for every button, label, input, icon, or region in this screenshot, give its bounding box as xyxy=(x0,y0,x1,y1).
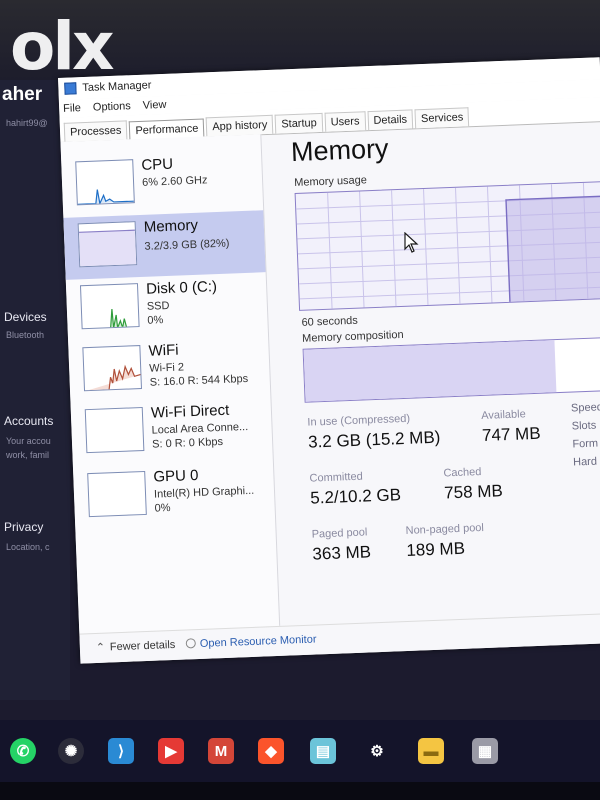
notes-icon[interactable]: ▤ xyxy=(310,738,336,764)
resource-name: Disk 0 (C:) xyxy=(145,278,218,298)
tab-users[interactable]: Users xyxy=(324,111,366,132)
paged-pool-label: Paged pool xyxy=(311,526,368,541)
tab-startup[interactable]: Startup xyxy=(274,112,324,134)
memory-usage-label: Memory usage xyxy=(293,174,368,190)
disk-thumbnail-graph xyxy=(79,283,140,330)
tab-app-history[interactable]: App history xyxy=(205,114,274,137)
resource-detail: Wi-Fi 2 xyxy=(148,361,185,375)
chevron-up-icon[interactable]: ⌃ xyxy=(96,641,106,654)
resource-detail-2: S: 0 R: 0 Kbps xyxy=(151,435,224,451)
settings-accounts-sub1: Your accou xyxy=(6,436,51,446)
resource-name: Wi-Fi Direct xyxy=(150,401,230,422)
slots-label-partial: Slots xyxy=(571,419,597,433)
menu-options[interactable]: Options xyxy=(93,100,131,113)
memory-usage-graph xyxy=(294,181,600,311)
whatsapp-icon[interactable]: ✆ xyxy=(10,738,36,764)
tab-processes[interactable]: Processes xyxy=(63,120,128,142)
background-settings-window: aher hahirt99@ Devices Bluetooth Account… xyxy=(0,80,70,700)
tab-services[interactable]: Services xyxy=(414,107,470,129)
available-value: 747 MB xyxy=(481,423,541,445)
memory-in-use-fill xyxy=(303,340,557,402)
settings-accounts-sub2: work, famil xyxy=(6,450,50,460)
memory-detail-pane: Memory Memory usage 60 seconds Memory co… xyxy=(270,121,600,625)
youtube-icon[interactable]: ▶ xyxy=(158,738,184,764)
committed-label: Committed xyxy=(309,470,363,485)
window-title: Task Manager xyxy=(82,79,152,95)
brave-icon[interactable]: ◆ xyxy=(258,738,284,764)
settings-partial-title: aher xyxy=(2,84,43,105)
memory-thumbnail-graph xyxy=(77,221,138,268)
resource-item-cpu[interactable]: CPU 6% 2.60 GHz xyxy=(61,148,263,218)
resource-name: GPU 0 xyxy=(153,466,199,486)
resource-item-gpu[interactable]: GPU 0 Intel(R) HD Graphi... 0% xyxy=(73,460,275,530)
resource-list: CPU 6% 2.60 GHz Memory 3.2/3.9 GB (82%) … xyxy=(60,134,281,634)
settings-devices[interactable]: Devices xyxy=(4,310,47,324)
file-explorer-icon[interactable]: ▬ xyxy=(418,738,444,764)
committed-value: 5.2/10.2 GB xyxy=(309,485,402,508)
taskbar: ✆ ✺ ⟩ ▶ M ◆ ▤ ⚙ ▬ ▦ xyxy=(0,720,600,782)
wifi-thumbnail-graph xyxy=(82,345,143,392)
resource-name: WiFi xyxy=(148,341,179,360)
resource-detail: 3.2/3.9 GB (82%) xyxy=(144,237,230,253)
settings-icon[interactable]: ⚙ xyxy=(364,738,390,764)
resource-item-disk[interactable]: Disk 0 (C:) SSD 0% xyxy=(66,272,268,342)
resource-detail: Intel(R) HD Graphi... xyxy=(153,484,255,501)
photo-bottom-edge xyxy=(0,782,600,800)
in-use-value: 3.2 GB (15.2 MB) xyxy=(307,427,441,452)
gpu-thumbnail-graph xyxy=(87,470,147,518)
resource-item-memory[interactable]: Memory 3.2/3.9 GB (82%) xyxy=(63,210,266,280)
cpu-thumbnail-graph xyxy=(75,159,135,206)
hardware-reserved-label-partial: Hard xyxy=(572,455,598,469)
resource-detail: 6% 2.60 GHz xyxy=(141,174,208,189)
available-label: Available xyxy=(481,408,526,422)
tab-details[interactable]: Details xyxy=(367,109,414,131)
task-manager-icon xyxy=(64,82,77,95)
graph-duration-label: 60 seconds xyxy=(301,314,359,329)
settings-partial-sub: hahirt99@ xyxy=(6,118,48,128)
gmail-icon[interactable]: M xyxy=(208,738,234,764)
resource-name: CPU xyxy=(141,155,174,174)
resource-detail-2: 0% xyxy=(147,314,164,327)
paged-pool-value: 363 MB xyxy=(312,542,372,564)
form-factor-label-partial: Form xyxy=(572,437,599,451)
settings-devices-sub: Bluetooth xyxy=(6,330,45,340)
settings-privacy-sub: Location, c xyxy=(6,542,50,552)
settings-privacy[interactable]: Privacy xyxy=(4,520,43,534)
menu-file[interactable]: File xyxy=(63,102,81,115)
speed-label-partial: Speed xyxy=(570,401,600,415)
cached-label: Cached xyxy=(443,466,482,480)
olx-watermark: olx xyxy=(10,8,115,85)
app-icon[interactable]: ▦ xyxy=(472,738,498,764)
settings-accounts[interactable]: Accounts xyxy=(4,414,53,428)
mouse-cursor-icon xyxy=(404,232,419,253)
resource-detail-2: 0% xyxy=(154,502,171,515)
resource-detail-2: S: 16.0 R: 544 Kbps xyxy=(149,372,249,389)
wifi-direct-thumbnail-graph xyxy=(84,406,145,454)
resource-detail: Local Area Conne... xyxy=(151,420,249,437)
vscode-icon[interactable]: ⟩ xyxy=(108,738,134,764)
memory-heading: Memory xyxy=(290,133,390,168)
resource-name: Memory xyxy=(143,216,199,236)
open-resource-monitor-link[interactable]: Open Resource Monitor xyxy=(200,633,317,649)
nonpaged-pool-value: 189 MB xyxy=(406,538,466,560)
task-manager-window: Task Manager File Options View Processes… xyxy=(58,57,600,664)
nonpaged-pool-label: Non-paged pool xyxy=(405,521,485,537)
fewer-details-link[interactable]: Fewer details xyxy=(110,639,176,654)
in-use-label: In use (Compressed) xyxy=(307,412,411,429)
memory-composition-bar xyxy=(302,336,600,403)
resource-detail: SSD xyxy=(146,299,170,313)
resource-monitor-icon xyxy=(185,638,196,649)
memory-composition-label: Memory composition xyxy=(301,328,404,345)
menu-view[interactable]: View xyxy=(143,99,167,112)
cached-value: 758 MB xyxy=(443,481,504,503)
resource-item-wifi-direct[interactable]: Wi-Fi Direct Local Area Conne... S: 0 R:… xyxy=(71,396,273,466)
resource-item-wifi[interactable]: WiFi Wi-Fi 2 S: 16.0 R: 544 Kbps xyxy=(68,334,270,404)
chatgpt-icon[interactable]: ✺ xyxy=(58,738,84,764)
